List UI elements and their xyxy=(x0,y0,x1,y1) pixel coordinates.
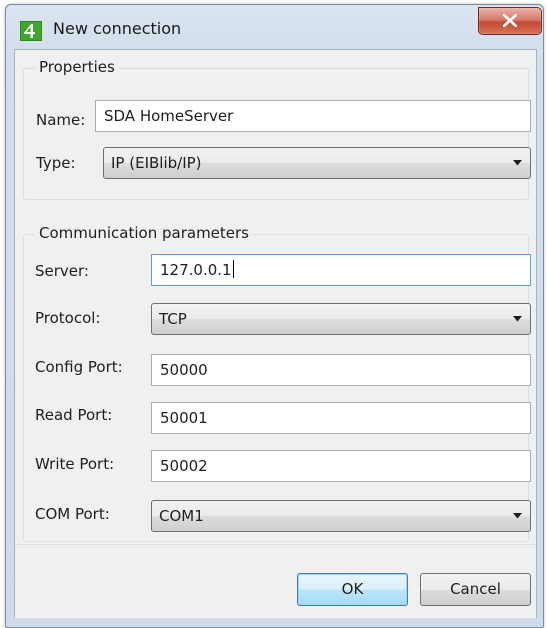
chevron-down-icon xyxy=(513,513,522,519)
write-port-label: Write Port: xyxy=(35,455,115,473)
server-label: Server: xyxy=(35,262,89,280)
communication-group-title: Communication parameters xyxy=(35,224,253,242)
config-port-field[interactable]: 50000 xyxy=(151,354,531,386)
properties-group xyxy=(23,68,529,200)
close-icon xyxy=(503,14,517,27)
config-port-label: Config Port: xyxy=(35,358,123,376)
properties-group-title: Properties xyxy=(35,58,119,76)
com-port-select-value: COM1 xyxy=(159,507,204,525)
cancel-button[interactable]: Cancel xyxy=(420,573,531,606)
dialog-content: Properties Name: SDA HomeServer Type: IP… xyxy=(14,49,537,618)
app-logo-icon xyxy=(20,21,42,41)
write-port-field[interactable]: 50002 xyxy=(151,450,531,482)
close-button[interactable] xyxy=(478,7,542,35)
chevron-down-icon xyxy=(513,160,522,166)
window-title: New connection xyxy=(53,19,182,38)
protocol-select[interactable]: TCP xyxy=(151,303,531,335)
read-port-label: Read Port: xyxy=(35,406,113,424)
com-port-label: COM Port: xyxy=(35,505,110,523)
type-select-value: IP (EIBlib/IP) xyxy=(111,154,202,172)
type-label: Type: xyxy=(36,154,76,172)
type-select[interactable]: IP (EIBlib/IP) xyxy=(103,147,531,179)
text-caret xyxy=(232,260,234,278)
name-field[interactable]: SDA HomeServer xyxy=(95,100,531,132)
config-port-field-value: 50000 xyxy=(160,361,208,379)
dialog-footer: OK Cancel xyxy=(15,544,536,618)
new-connection-dialog: New connection Properties Name: SDA Home… xyxy=(5,4,544,628)
server-field[interactable]: 127.0.0.1 xyxy=(151,254,531,286)
read-port-field-value: 50001 xyxy=(160,409,208,427)
name-field-value: SDA HomeServer xyxy=(104,107,234,125)
protocol-label: Protocol: xyxy=(35,309,101,327)
title-bar[interactable]: New connection xyxy=(6,5,543,49)
name-label: Name: xyxy=(36,111,86,129)
ok-button[interactable]: OK xyxy=(297,573,408,606)
server-field-value: 127.0.0.1 xyxy=(160,261,232,279)
com-port-select[interactable]: COM1 xyxy=(151,500,531,532)
protocol-select-value: TCP xyxy=(159,310,187,328)
read-port-field[interactable]: 50001 xyxy=(151,402,531,434)
chevron-down-icon xyxy=(513,316,522,322)
write-port-field-value: 50002 xyxy=(160,457,208,475)
